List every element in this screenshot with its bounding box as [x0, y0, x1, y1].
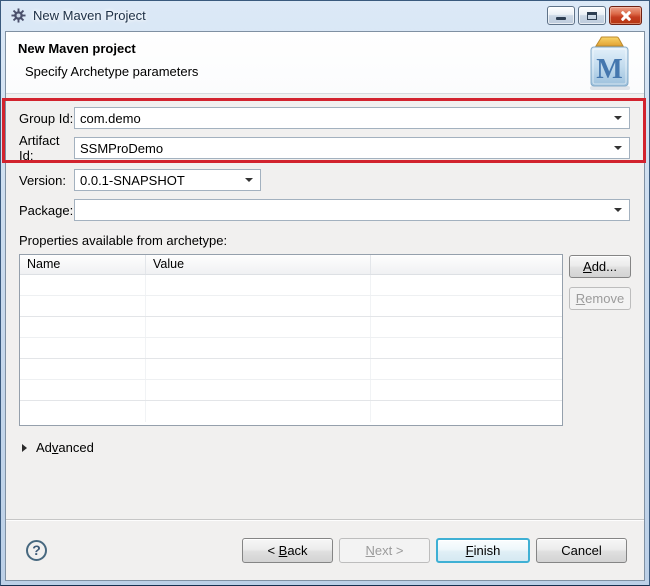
advanced-toggle[interactable]: Advanced	[22, 440, 644, 455]
version-row: Version: 0.0.1-SNAPSHOT	[19, 169, 630, 191]
properties-table-body[interactable]	[20, 275, 562, 425]
group-id-value[interactable]: com.demo	[80, 111, 141, 126]
maximize-icon	[587, 11, 597, 20]
table-row	[20, 338, 562, 359]
table-row	[20, 317, 562, 338]
wizard-dialog: New Maven project Specify Archetype para…	[2, 31, 646, 581]
close-icon	[620, 10, 631, 21]
new-wizard-gear-icon	[10, 8, 26, 24]
column-header-value[interactable]: Value	[146, 255, 371, 274]
window-controls	[547, 6, 642, 25]
package-combo[interactable]	[74, 199, 630, 221]
artifact-id-label: Artifact Id:	[19, 133, 60, 163]
table-row	[20, 296, 562, 317]
help-button[interactable]: ?	[26, 539, 47, 561]
advanced-label: Advanced	[36, 440, 94, 455]
remove-button[interactable]: Remove	[569, 287, 631, 310]
expand-arrow-icon	[22, 443, 27, 452]
dropdown-arrow-icon[interactable]	[614, 146, 622, 150]
new-maven-project-window: New Maven Project New Maven project Spec…	[0, 0, 650, 586]
page-title: New Maven project	[18, 41, 136, 56]
column-header-name[interactable]: Name	[20, 255, 146, 274]
properties-table[interactable]: Name Value	[19, 254, 563, 426]
window-titlebar[interactable]: New Maven Project	[5, 1, 645, 30]
table-row	[20, 275, 562, 296]
maven-logo-letter: M	[596, 54, 622, 85]
package-row: Package:	[19, 199, 630, 221]
cancel-button[interactable]: Cancel	[536, 537, 627, 563]
dropdown-arrow-icon[interactable]	[614, 208, 622, 212]
properties-label: Properties available from archetype:	[19, 233, 228, 248]
footer-buttons: < Back Next > Finish Cancel	[242, 537, 627, 563]
group-id-row: Group Id: com.demo	[19, 107, 630, 129]
table-row	[20, 380, 562, 401]
dropdown-arrow-icon[interactable]	[614, 116, 622, 120]
next-button[interactable]: Next >	[339, 537, 430, 563]
help-icon: ?	[32, 542, 41, 558]
artifact-id-row: Artifact Id: SSMProDemo	[19, 133, 630, 163]
page-subtitle: Specify Archetype parameters	[25, 64, 199, 79]
artifact-id-value[interactable]: SSMProDemo	[80, 141, 163, 156]
maven-logo-icon: M	[583, 34, 635, 92]
wizard-header: New Maven project Specify Archetype para…	[6, 32, 644, 94]
version-label: Version:	[19, 172, 66, 188]
back-button[interactable]: < Back	[242, 537, 333, 563]
wizard-content: Group Id: com.demo Artifact Id: SSMProDe…	[2, 94, 646, 519]
table-side-buttons: Add... Remove	[569, 254, 631, 310]
minimize-icon	[556, 17, 566, 20]
add-button[interactable]: Add...	[569, 255, 631, 278]
close-button[interactable]	[609, 6, 642, 25]
version-value[interactable]: 0.0.1-SNAPSHOT	[80, 173, 185, 188]
finish-button[interactable]: Finish	[436, 537, 530, 563]
properties-table-header: Name Value	[20, 255, 562, 275]
artifact-id-combo[interactable]: SSMProDemo	[74, 137, 630, 159]
table-row	[20, 401, 562, 422]
window-title: New Maven Project	[33, 8, 146, 23]
maximize-button[interactable]	[578, 6, 606, 25]
minimize-button[interactable]	[547, 6, 575, 25]
properties-section: Name Value Add... Remove	[19, 254, 631, 426]
dropdown-arrow-icon[interactable]	[245, 178, 253, 182]
wizard-footer: ? < Back Next > Finish Cancel	[6, 519, 644, 580]
group-id-label: Group Id:	[19, 110, 74, 126]
table-row	[20, 359, 562, 380]
group-id-combo[interactable]: com.demo	[74, 107, 630, 129]
package-label: Package:	[19, 202, 74, 218]
version-combo[interactable]: 0.0.1-SNAPSHOT	[74, 169, 261, 191]
column-header-extra[interactable]	[371, 255, 562, 274]
